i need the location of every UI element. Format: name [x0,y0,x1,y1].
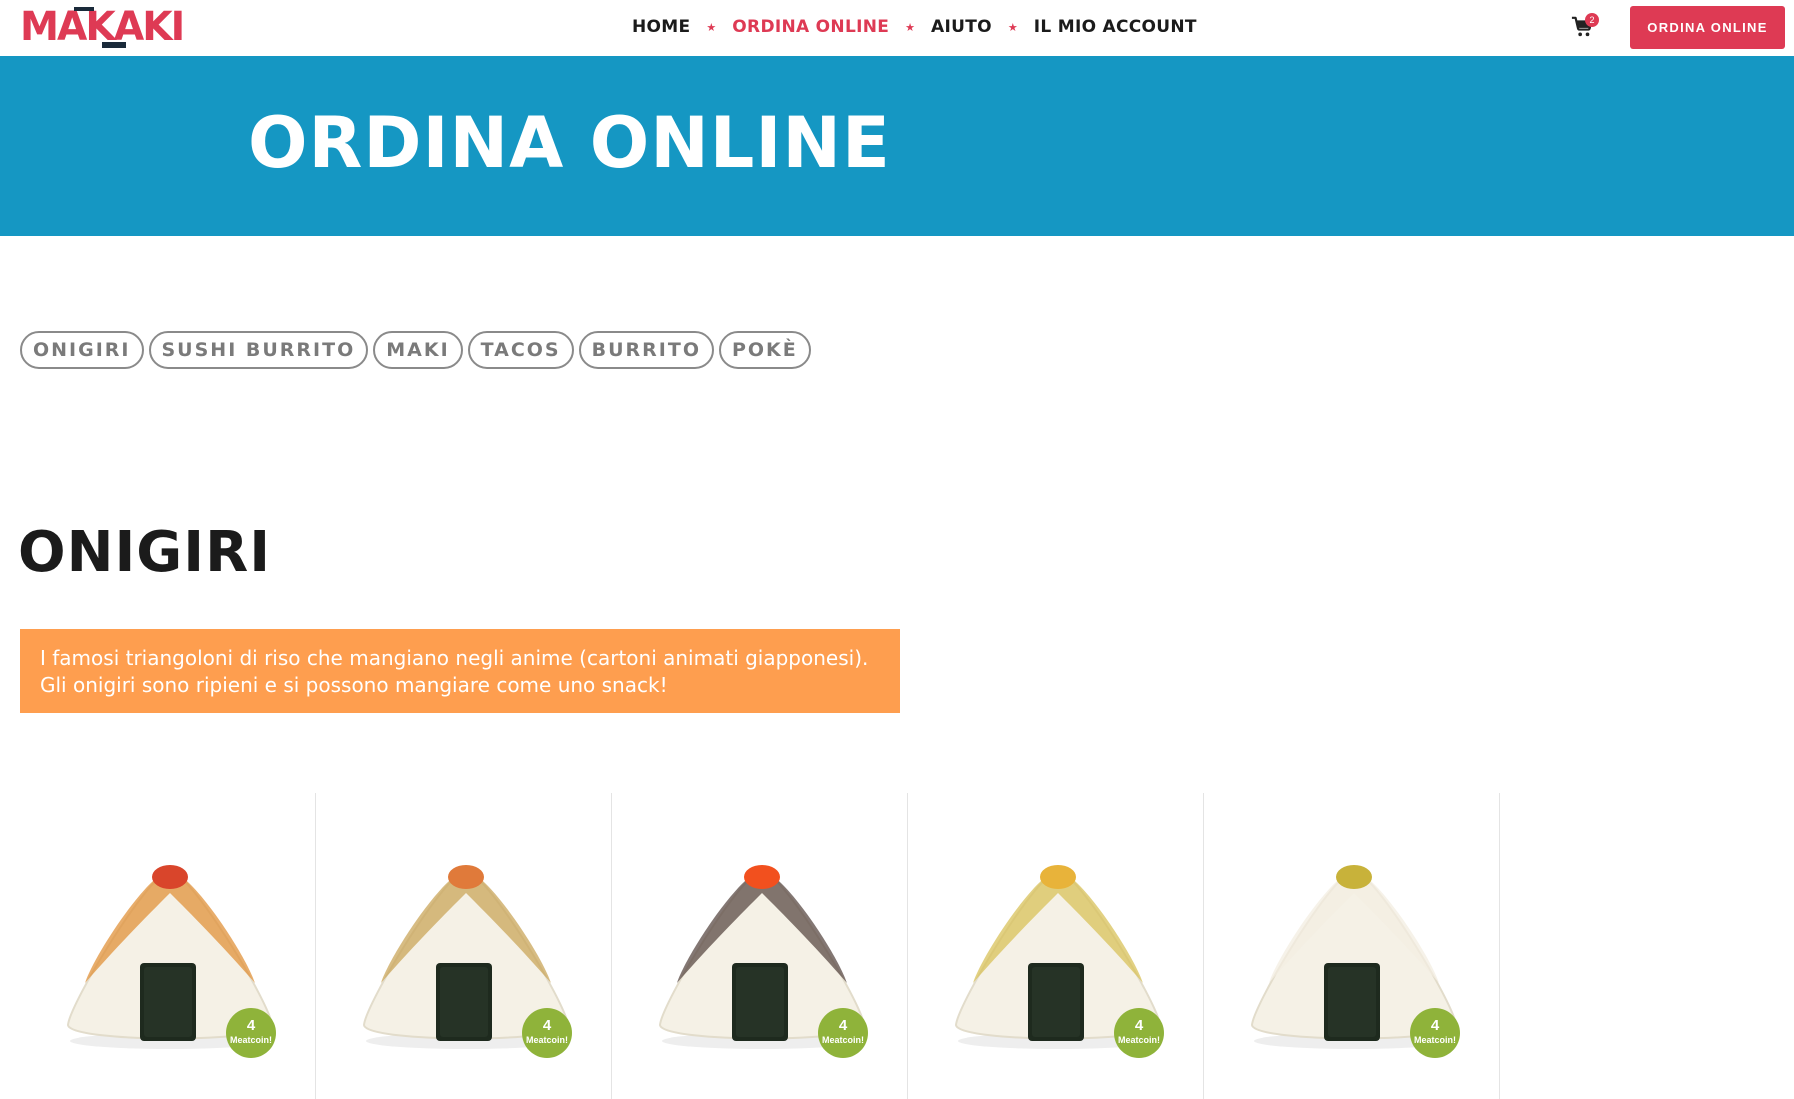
category-pill-poke[interactable]: POKÈ [718,331,811,369]
product-card[interactable]: 4 Meatcoin! [612,793,908,1099]
product-card[interactable]: 4 Meatcoin! [20,793,316,1099]
category-filter: ONIGIRI SUSHI BURRITO MAKI TACOS BURRITO… [20,331,811,369]
nav-item-ordina-online[interactable]: ORDINA ONLINE [732,17,889,37]
product-card[interactable]: 4 Meatcoin! [316,793,612,1099]
meatcoin-count: 4 [246,1017,256,1034]
category-pill-sushi-burrito[interactable]: SUSHI BURRITO [148,331,369,369]
section-title: ONIGIRI [18,520,272,585]
section-description: I famosi triangoloni di riso che mangian… [20,629,900,713]
meatcoin-count: 4 [1134,1017,1144,1034]
nav-item-home[interactable]: HOME [632,17,690,37]
category-pill-maki[interactable]: MAKI [373,331,463,369]
meatcoin-label: Meatcoin! [1117,1035,1160,1045]
meatcoin-label: Meatcoin! [525,1035,568,1045]
meatcoin-count: 4 [542,1017,552,1034]
cart-count-badge: 2 [1585,13,1599,27]
meatcoin-count: 4 [838,1017,848,1034]
meatcoin-label: Meatcoin! [821,1035,864,1045]
meatcoin-badge: 4 Meatcoin! [226,1008,276,1058]
page-title: ORDINA ONLINE [248,102,891,184]
meatcoin-badge: 4 Meatcoin! [1114,1008,1164,1058]
category-pill-tacos[interactable]: TACOS [467,331,574,369]
meatcoin-badge: 4 Meatcoin! [522,1008,572,1058]
logo-decoration [74,7,94,11]
star-separator-icon: ★ [905,21,916,34]
hero-banner: ORDINA ONLINE [0,56,1794,236]
meatcoin-count: 4 [1430,1017,1440,1034]
meatcoin-badge: 4 Meatcoin! [818,1008,868,1058]
meatcoin-badge: 4 Meatcoin! [1410,1008,1460,1058]
category-pill-burrito[interactable]: BURRITO [578,331,714,369]
meatcoin-label: Meatcoin! [1413,1035,1456,1045]
star-separator-icon: ★ [1007,21,1018,34]
category-pill-onigiri[interactable]: ONIGIRI [20,331,144,369]
logo[interactable]: MAKAKI [20,4,187,50]
star-separator-icon: ★ [706,21,717,34]
logo-decoration [102,42,126,48]
order-online-button[interactable]: ORDINA ONLINE [1630,6,1785,49]
nav-item-aiuto[interactable]: AIUTO [931,17,992,37]
cart-button[interactable]: 2 [1571,13,1599,40]
main-nav: HOME ★ ORDINA ONLINE ★ AIUTO ★ IL MIO AC… [632,14,1197,40]
site-header: MAKAKI HOME ★ ORDINA ONLINE ★ AIUTO ★ IL… [0,0,1794,56]
product-card[interactable]: 4 Meatcoin! [1204,793,1500,1099]
product-card[interactable]: 4 Meatcoin! [908,793,1204,1099]
product-grid: 4 Meatcoin! 4 Meatcoin! 4 Meatcoin! 4 Me… [20,793,1500,1099]
nav-item-account[interactable]: IL MIO ACCOUNT [1034,17,1197,37]
meatcoin-label: Meatcoin! [229,1035,272,1045]
